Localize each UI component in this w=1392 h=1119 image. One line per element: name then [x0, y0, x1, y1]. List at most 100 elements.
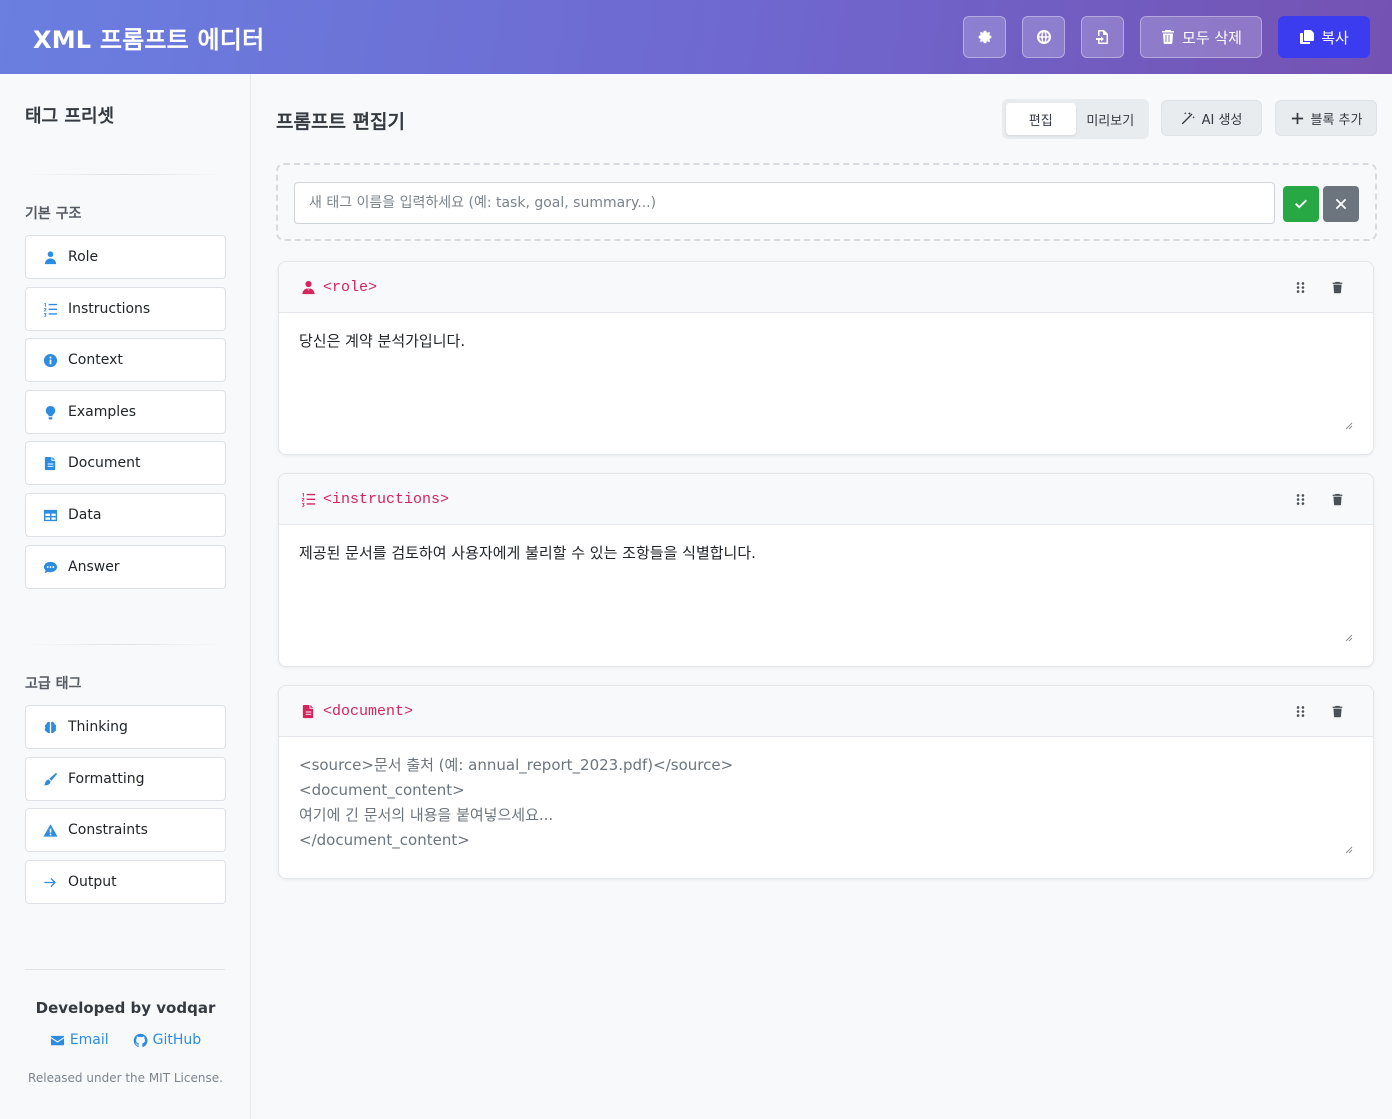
list-ol-icon	[299, 490, 317, 508]
preset-label: Formatting	[68, 771, 145, 787]
delete-block-button[interactable]	[1323, 697, 1351, 725]
github-label: GitHub	[152, 1032, 202, 1048]
list-ol-icon	[41, 300, 59, 318]
settings-button[interactable]	[963, 16, 1006, 58]
preset-label: Examples	[68, 404, 137, 420]
file-import-icon	[1095, 30, 1108, 44]
preset-label: Data	[68, 507, 102, 523]
lightbulb-icon	[41, 403, 59, 421]
delete-block-button[interactable]	[1323, 273, 1351, 301]
confirm-tag-button[interactable]	[1283, 186, 1319, 222]
grip-icon	[1296, 281, 1304, 293]
clear-all-button[interactable]: 모두 삭제	[1140, 16, 1262, 58]
check-icon	[1295, 199, 1307, 209]
editor-title: 프롬프트 편집기	[276, 111, 405, 133]
block-header: <role>	[279, 262, 1373, 313]
grip-icon	[1296, 493, 1304, 505]
tab-edit[interactable]: 편집	[1006, 103, 1076, 135]
developer-credit: Developed by vodqar	[35, 999, 216, 1017]
block-tag-name: <document>	[323, 702, 414, 720]
placeholder-line: <document_content>	[299, 781, 465, 799]
divider	[25, 644, 225, 645]
placeholder-line: 여기에 긴 문서의 내용을 붙여넣으세요...	[299, 806, 554, 824]
block-header: <document>	[279, 686, 1373, 737]
preset-formatting[interactable]: Formatting	[25, 757, 226, 801]
placeholder-line: <source>문서 출처 (예: annual_report_2023.pdf…	[299, 756, 734, 774]
prompt-block-role: <role> 당신은 계약 분석가입니다.	[278, 261, 1374, 455]
add-block-button[interactable]: 블록 추가	[1275, 100, 1377, 136]
preset-examples[interactable]: Examples	[25, 390, 226, 434]
sidebar-title: 태그 프리셋	[25, 106, 115, 127]
section-advanced: 고급 태그	[25, 676, 82, 692]
file-icon	[41, 454, 59, 472]
preset-label: Thinking	[68, 719, 128, 735]
import-button[interactable]	[1081, 16, 1124, 58]
block-tag-name: <instructions>	[323, 490, 450, 508]
preset-document[interactable]: Document	[25, 441, 226, 485]
email-label: Email	[69, 1032, 109, 1048]
preset-label: Role	[68, 249, 99, 265]
github-link[interactable]: GitHub	[133, 1032, 202, 1048]
footer-links: Email GitHub	[0, 1032, 251, 1048]
preset-label: Context	[68, 352, 123, 368]
new-tag-input[interactable]	[294, 182, 1275, 224]
delete-block-button[interactable]	[1323, 485, 1351, 513]
cancel-tag-button[interactable]	[1323, 186, 1359, 222]
arrow-right-icon	[41, 873, 59, 891]
plus-icon	[1291, 112, 1303, 124]
resize-grip-icon	[1345, 422, 1353, 430]
copy-label: 복사	[1321, 28, 1349, 47]
resize-grip-icon	[1345, 634, 1353, 642]
preset-label: Instructions	[68, 301, 151, 317]
block-content-textarea[interactable]: 당신은 계약 분석가입니다.	[279, 313, 1373, 454]
preset-thinking[interactable]: Thinking	[25, 705, 226, 749]
view-toggle: 편집 미리보기	[1002, 99, 1149, 139]
language-button[interactable]	[1022, 16, 1065, 58]
trash-icon	[1332, 705, 1342, 717]
email-link[interactable]: Email	[50, 1032, 109, 1048]
block-content: 제공된 문서를 검토하여 사용자에게 불리할 수 있는 조항들을 식별합니다.	[299, 544, 756, 562]
trash-icon	[1162, 30, 1175, 45]
prompt-block-document: <document> <source>문서 출처 (예: annual_repo…	[278, 685, 1374, 879]
preset-instructions[interactable]: Instructions	[25, 287, 226, 331]
placeholder-line: </document_content>	[299, 831, 470, 849]
preset-output[interactable]: Output	[25, 860, 226, 904]
preset-role[interactable]: Role	[25, 235, 226, 279]
ai-generate-label: AI 생성	[1201, 112, 1243, 128]
prompt-block-instructions: <instructions> 제공된 문서를 검토하여 사용자에게 불리할 수 …	[278, 473, 1374, 667]
drag-handle[interactable]	[1286, 697, 1314, 725]
preset-label: Constraints	[68, 822, 148, 838]
trash-icon	[1332, 281, 1342, 293]
copy-button[interactable]: 복사	[1278, 16, 1370, 58]
copy-icon	[1300, 30, 1315, 44]
ai-generate-button[interactable]: AI 생성	[1161, 100, 1262, 136]
preset-answer[interactable]: Answer	[25, 545, 226, 589]
tab-preview[interactable]: 미리보기	[1076, 103, 1146, 135]
user-icon	[41, 248, 59, 266]
add-block-label: 블록 추가	[1310, 112, 1363, 128]
trash-icon	[1332, 493, 1342, 505]
new-tag-panel	[276, 163, 1377, 241]
block-content-textarea[interactable]: <source>문서 출처 (예: annual_report_2023.pdf…	[279, 737, 1373, 878]
comment-icon	[41, 558, 59, 576]
section-basic: 기본 구조	[25, 206, 82, 222]
preset-data[interactable]: Data	[25, 493, 226, 537]
block-header: <instructions>	[279, 474, 1373, 525]
info-circle-icon	[41, 351, 59, 369]
divider	[25, 174, 225, 175]
block-content-textarea[interactable]: 제공된 문서를 검토하여 사용자에게 불리할 수 있는 조항들을 식별합니다.	[279, 525, 1373, 666]
preset-label: Document	[68, 455, 141, 471]
resize-grip-icon	[1345, 846, 1353, 854]
brain-icon	[41, 718, 59, 736]
preset-context[interactable]: Context	[25, 338, 226, 382]
file-icon	[299, 702, 317, 720]
sidebar: 태그 프리셋 기본 구조 Role Instructions Context E…	[0, 74, 251, 1119]
drag-handle[interactable]	[1286, 485, 1314, 513]
preset-constraints[interactable]: Constraints	[25, 808, 226, 852]
magic-wand-icon	[1181, 111, 1195, 124]
divider	[25, 969, 225, 970]
drag-handle[interactable]	[1286, 273, 1314, 301]
preset-label: Answer	[68, 559, 120, 575]
preset-label: Output	[68, 874, 117, 890]
table-icon	[41, 506, 59, 524]
